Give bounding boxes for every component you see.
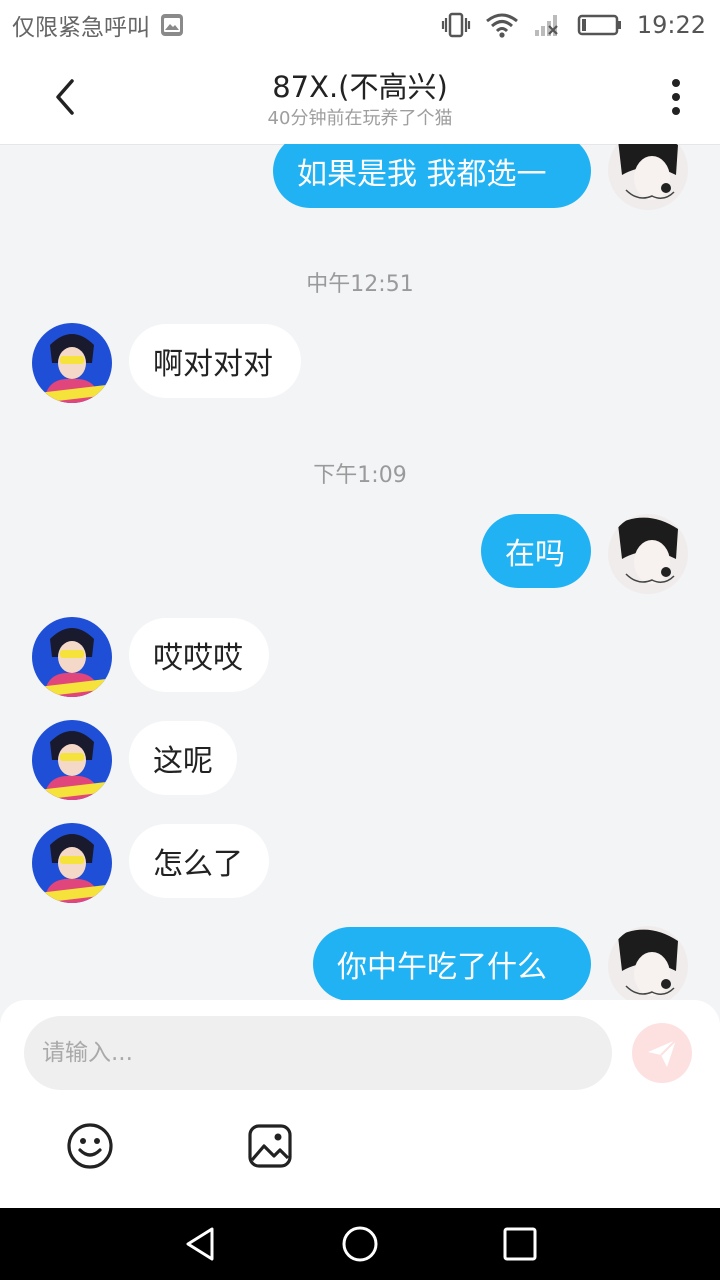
message-list[interactable]: 如果是我 我都选一 中午12:51 啊对对对 下午1:09 在吗 哎哎哎 这呢 … (0, 144, 720, 1000)
message-text: 啊对对对 (153, 347, 273, 382)
contact-avatar[interactable] (32, 617, 112, 697)
send-button[interactable] (632, 1023, 692, 1083)
avatar-image (608, 514, 688, 594)
message-text: 在吗 (505, 537, 565, 572)
message-bubble-outgoing[interactable]: 在吗 (481, 514, 591, 588)
nav-home-icon[interactable] (340, 1224, 380, 1264)
chat-subtitle: 40分钟前在玩养了个猫 (267, 108, 453, 129)
chat-header: 87X.(不高兴) 40分钟前在玩养了个猫 (0, 50, 720, 144)
contact-avatar[interactable] (32, 720, 112, 800)
avatar-image (608, 926, 688, 1000)
composer (0, 1000, 720, 1208)
message-text: 如果是我 我都选一 (297, 157, 547, 192)
contact-avatar[interactable] (32, 823, 112, 903)
more-vertical-icon (672, 79, 680, 115)
avatar-image (32, 323, 112, 403)
message-text: 这呢 (153, 744, 213, 779)
status-bar: 仅限紧急呼叫 19:22 (0, 0, 720, 50)
message-input[interactable] (24, 1016, 612, 1090)
nav-back-icon[interactable] (180, 1224, 220, 1264)
emoji-icon (67, 1123, 113, 1169)
status-left: 仅限紧急呼叫 (12, 8, 184, 42)
nav-recents-icon[interactable] (500, 1224, 540, 1264)
avatar-image (608, 144, 688, 210)
image-icon (248, 1124, 292, 1168)
timestamp: 下午1:09 (313, 463, 407, 488)
message-bubble-incoming[interactable]: 这呢 (129, 721, 237, 795)
message-text: 怎么了 (153, 847, 243, 882)
message-bubble-outgoing[interactable]: 如果是我 我都选一 (273, 144, 591, 208)
status-right: 19:22 (441, 11, 706, 39)
emoji-button[interactable] (66, 1122, 114, 1170)
chat-title: 87X.(不高兴) (272, 70, 448, 104)
message-bubble-incoming[interactable]: 啊对对对 (129, 324, 301, 398)
message-bubble-outgoing[interactable]: 你中午吃了什么 (313, 927, 591, 1000)
wifi-icon (485, 13, 518, 38)
system-nav-bar (0, 1208, 720, 1280)
avatar-image (32, 617, 112, 697)
image-button[interactable] (246, 1122, 294, 1170)
battery-icon (577, 14, 621, 36)
message-text: 哎哎哎 (153, 641, 243, 676)
timestamp: 中午12:51 (306, 272, 414, 297)
avatar-image (32, 823, 112, 903)
avatar-image (32, 720, 112, 800)
emergency-call-text: 仅限紧急呼叫 (12, 15, 150, 41)
signal-icon (534, 15, 558, 36)
my-avatar[interactable] (608, 926, 688, 1000)
send-icon (648, 1039, 677, 1067)
message-bubble-incoming[interactable]: 怎么了 (129, 824, 269, 898)
my-avatar[interactable] (608, 514, 688, 594)
message-text: 你中午吃了什么 (337, 950, 547, 985)
more-options-button[interactable] (656, 70, 696, 124)
vibrate-icon (441, 12, 470, 38)
message-bubble-incoming[interactable]: 哎哎哎 (129, 618, 269, 692)
my-avatar[interactable] (608, 144, 688, 210)
image-notification-icon (161, 14, 183, 36)
contact-avatar[interactable] (32, 323, 112, 403)
status-time: 19:22 (636, 11, 706, 39)
